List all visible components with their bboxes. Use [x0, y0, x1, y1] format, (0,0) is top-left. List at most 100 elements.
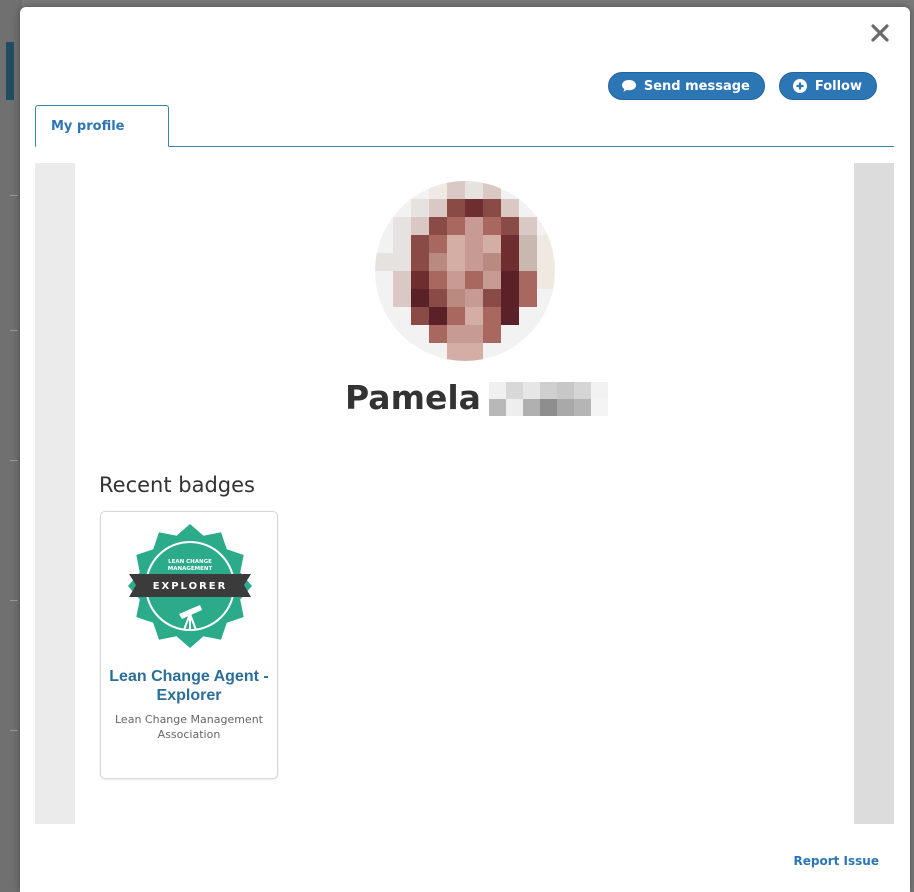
- avatar-pixel: [519, 307, 537, 325]
- recent-badges-title: Recent badges: [99, 473, 255, 497]
- name-blur-pixel: [590, 382, 608, 399]
- avatar-pixelated-image: [375, 181, 555, 361]
- avatar-pixel: [375, 271, 393, 289]
- avatar-pixel: [483, 271, 501, 289]
- avatar-pixel: [519, 343, 537, 361]
- avatar-pixel: [411, 343, 429, 361]
- badge-name[interactable]: Lean Change Agent - Explorer: [107, 667, 271, 705]
- avatar-pixel: [411, 289, 429, 307]
- avatar-pixel: [429, 289, 447, 307]
- avatar-pixel: [483, 235, 501, 253]
- avatar-pixel: [483, 307, 501, 325]
- avatar-pixel: [411, 217, 429, 235]
- avatar-pixel: [411, 235, 429, 253]
- avatar-pixel: [393, 325, 411, 343]
- avatar-pixel: [447, 199, 465, 217]
- avatar-pixel: [447, 343, 465, 361]
- badge-card[interactable]: LEAN CHANGE MANAGEMENT EXPLORER Lean Cha…: [100, 511, 278, 779]
- avatar-pixel: [465, 217, 483, 235]
- avatar-pixel: [519, 253, 537, 271]
- follow-button[interactable]: Follow: [778, 72, 877, 100]
- avatar-pixel: [393, 217, 411, 235]
- avatar-pixel: [537, 307, 555, 325]
- avatar-pixel: [465, 325, 483, 343]
- avatar-pixel: [483, 343, 501, 361]
- avatar-pixel: [429, 199, 447, 217]
- avatar-pixel: [519, 199, 537, 217]
- background-divider: [10, 330, 18, 331]
- name-blur-pixel: [590, 399, 608, 416]
- avatar-pixel: [465, 343, 483, 361]
- avatar-pixel: [429, 181, 447, 199]
- avatar-pixel: [393, 253, 411, 271]
- profile-name: Pamela: [345, 377, 608, 417]
- avatar-pixel: [537, 199, 555, 217]
- background-divider: [10, 730, 18, 731]
- close-button[interactable]: [868, 21, 892, 45]
- avatar-pixel: [483, 325, 501, 343]
- avatar-pixel: [447, 325, 465, 343]
- avatar-pixel: [501, 199, 519, 217]
- avatar-pixel: [519, 325, 537, 343]
- name-blur-pixel: [556, 399, 574, 416]
- avatar-pixel: [483, 181, 501, 199]
- avatar-pixel: [447, 217, 465, 235]
- close-icon: [871, 24, 889, 42]
- avatar-pixel: [465, 253, 483, 271]
- avatar-pixel: [393, 271, 411, 289]
- avatar-pixel: [537, 271, 555, 289]
- avatar-pixel: [429, 343, 447, 361]
- avatar-pixel: [393, 289, 411, 307]
- profile-panel: Pamela Recent badges LEAN CHANGE MANAGEM…: [75, 163, 855, 824]
- avatar-pixel: [501, 289, 519, 307]
- avatar-pixel: [537, 181, 555, 199]
- avatar-pixel: [447, 271, 465, 289]
- profile-tabs: My profile: [35, 105, 894, 147]
- avatar-pixel: [501, 325, 519, 343]
- avatar-pixel: [483, 199, 501, 217]
- send-message-button[interactable]: Send message: [607, 72, 765, 100]
- avatar-pixel: [411, 307, 429, 325]
- avatar-pixel: [393, 235, 411, 253]
- avatar: [375, 181, 555, 361]
- avatar-pixel: [375, 199, 393, 217]
- name-blur-pixel: [573, 399, 591, 416]
- badge-issuer: Lean Change Management Association: [115, 713, 263, 741]
- avatar-pixel: [465, 199, 483, 217]
- report-issue-link[interactable]: Report Issue: [794, 854, 879, 868]
- avatar-pixel: [429, 307, 447, 325]
- avatar-pixel: [375, 343, 393, 361]
- avatar-pixel: [411, 253, 429, 271]
- profile-content: Pamela Recent badges LEAN CHANGE MANAGEM…: [35, 163, 894, 824]
- avatar-pixel: [447, 307, 465, 325]
- name-blur-pixel: [505, 399, 523, 416]
- name-blur-pixel: [539, 399, 557, 416]
- avatar-pixel: [537, 325, 555, 343]
- avatar-pixel: [375, 235, 393, 253]
- badge-image: LEAN CHANGE MANAGEMENT EXPLORER: [128, 524, 252, 648]
- avatar-pixel: [519, 217, 537, 235]
- avatar-pixel: [537, 289, 555, 307]
- avatar-pixel: [465, 307, 483, 325]
- name-blur-pixel: [573, 382, 591, 399]
- name-blur-pixel: [505, 382, 523, 399]
- first-name: Pamela: [345, 377, 481, 417]
- avatar-pixel: [393, 199, 411, 217]
- background-divider: [10, 460, 18, 461]
- avatar-pixel: [501, 253, 519, 271]
- tab-my-profile[interactable]: My profile: [35, 105, 169, 147]
- background-divider: [10, 195, 18, 196]
- plus-circle-icon: [792, 78, 808, 94]
- avatar-pixel: [447, 181, 465, 199]
- name-blur-pixel: [556, 382, 574, 399]
- name-blur-pixel: [488, 399, 506, 416]
- avatar-pixel: [501, 217, 519, 235]
- avatar-pixel: [501, 343, 519, 361]
- avatar-pixel: [375, 307, 393, 325]
- avatar-pixel: [537, 343, 555, 361]
- avatar-pixel: [447, 289, 465, 307]
- avatar-pixel: [465, 289, 483, 307]
- avatar-pixel: [465, 181, 483, 199]
- avatar-pixel: [519, 235, 537, 253]
- avatar-pixel: [501, 307, 519, 325]
